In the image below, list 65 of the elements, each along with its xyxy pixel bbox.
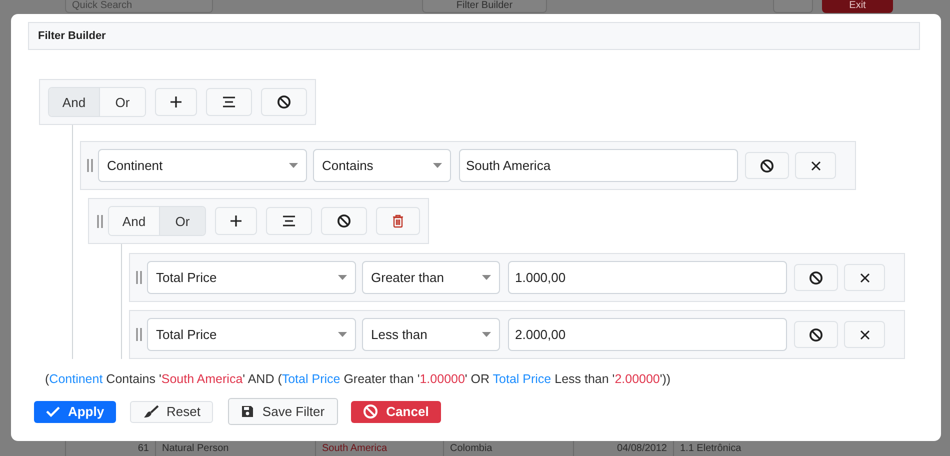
reset-button[interactable]: Reset: [130, 400, 213, 422]
add-group-button[interactable]: [206, 88, 252, 116]
operator-select[interactable]: Contains: [313, 149, 451, 182]
table-cell: South America: [315, 441, 443, 456]
drag-handle-icon: [87, 159, 93, 172]
drag-handle-icon: [136, 328, 142, 341]
close-icon: [860, 330, 870, 340]
add-group-button[interactable]: [266, 207, 312, 235]
dialog-title: Filter Builder: [38, 30, 106, 42]
disable-button[interactable]: [794, 321, 838, 348]
plus-icon: [169, 95, 183, 109]
caret-icon: [433, 163, 442, 168]
value-input[interactable]: South America: [459, 149, 738, 182]
disable-button[interactable]: [745, 152, 789, 179]
group-operator-button[interactable]: And: [109, 207, 160, 235]
operator-select[interactable]: Less than: [362, 318, 500, 351]
table-cell: 1.1 Eletrônica: [673, 441, 793, 456]
operator-select[interactable]: Greater than: [362, 261, 500, 294]
exit-button[interactable]: Exit: [822, 0, 893, 13]
lines-icon: [222, 96, 236, 108]
disable-button[interactable]: [321, 207, 367, 235]
field-select[interactable]: Total Price: [147, 261, 356, 294]
cancel-button[interactable]: Cancel: [351, 400, 441, 422]
filter-expression-text: (Continent Contains 'South America' AND (Total Price Greater than '1.00000' OR Total Price Less than '2.00000')): [45, 372, 672, 386]
close-icon: [860, 272, 870, 282]
group-operator-button[interactable]: And: [49, 88, 100, 116]
remove-condition-button[interactable]: [844, 264, 885, 291]
check-icon: [46, 406, 60, 417]
add-condition-button[interactable]: [215, 207, 257, 235]
plus-icon: [229, 214, 243, 228]
caret-icon: [289, 163, 298, 168]
ban-icon: [760, 158, 774, 172]
ban-icon: [809, 328, 823, 342]
caret-icon: [482, 332, 491, 337]
ban-icon: [363, 404, 378, 419]
ban-icon: [277, 95, 291, 109]
drag-handle-icon: [97, 214, 103, 228]
remove-condition-button[interactable]: [844, 321, 885, 348]
trash-icon: [392, 214, 404, 228]
remove-condition-button[interactable]: [795, 152, 836, 179]
disable-button[interactable]: [261, 88, 307, 116]
table-cell: 04/08/2012: [573, 441, 673, 456]
table-cell: Colombia: [443, 441, 573, 456]
ban-icon: [809, 270, 823, 284]
delete-group-button[interactable]: [376, 207, 420, 235]
apply-button[interactable]: Apply: [34, 400, 116, 422]
lines-icon: [282, 215, 296, 227]
value-input[interactable]: 2.000,00: [508, 318, 787, 351]
disable-button[interactable]: [794, 264, 838, 291]
table-cell: 61: [65, 441, 155, 456]
add-condition-button[interactable]: [155, 88, 197, 116]
caret-icon: [338, 332, 347, 337]
group-operator-button[interactable]: Or: [160, 207, 205, 235]
field-select[interactable]: Total Price: [147, 318, 356, 351]
save-filter-button[interactable]: Save Filter: [228, 398, 338, 425]
caret-icon: [482, 275, 491, 280]
caret-icon: [338, 275, 347, 280]
filter-builder-button[interactable]: Filter Builder: [422, 0, 547, 13]
brush-icon: [142, 404, 159, 418]
close-icon: [810, 160, 820, 170]
value-input[interactable]: 1.000,00: [508, 261, 787, 294]
table-cell: Natural Person: [155, 441, 315, 456]
drag-handle-icon: [136, 271, 142, 284]
ban-icon: [337, 214, 351, 228]
field-select[interactable]: Continent: [98, 149, 307, 182]
